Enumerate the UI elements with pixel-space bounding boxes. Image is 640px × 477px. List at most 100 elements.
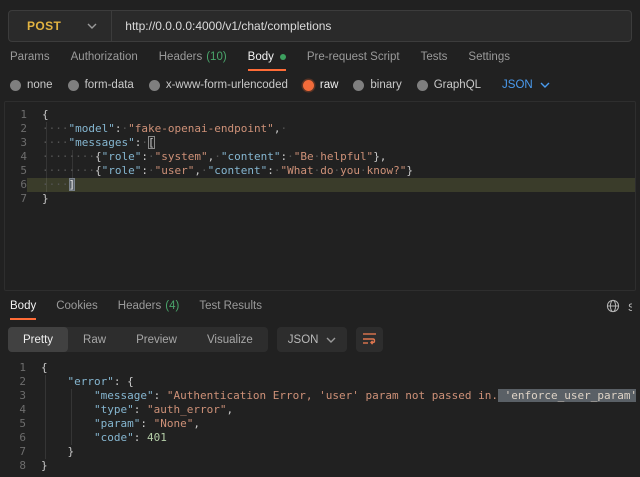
code-line[interactable]: 1{ <box>4 361 636 375</box>
code-line[interactable]: 4 "type": "auth_error", <box>4 403 636 417</box>
line-content: } <box>27 192 635 206</box>
line-number: 4 <box>5 150 27 164</box>
line-content: "param": "None", <box>26 417 636 431</box>
line-number: 7 <box>5 192 27 206</box>
code-line[interactable]: 2 "error": { <box>4 375 636 389</box>
request-body-editor[interactable]: 1{2····"model":·"fake-openai-endpoint",·… <box>4 101 636 291</box>
headers-count-badge: (10) <box>206 51 226 63</box>
response-meta: S <box>606 299 632 316</box>
line-content: ····] <box>27 178 635 192</box>
view-visualize[interactable]: Visualize <box>192 327 268 352</box>
code-line[interactable]: 3 "message": "Authentication Error, 'use… <box>4 389 636 403</box>
view-pretty[interactable]: Pretty <box>8 327 68 352</box>
line-content: } <box>26 445 636 459</box>
code-line[interactable]: 6 "code": 401 <box>4 431 636 445</box>
radio-selected-icon <box>303 80 314 91</box>
line-content: "message": "Authentication Error, 'user'… <box>26 389 636 403</box>
line-number: 4 <box>4 403 26 417</box>
line-content: } <box>26 459 636 473</box>
line-content: "error": { <box>26 375 636 389</box>
response-body-editor[interactable]: 1{2 "error": {3 "message": "Authenticati… <box>4 356 636 477</box>
radio-icon <box>149 80 160 91</box>
line-content: ········{"role":·"user",·"content":·"Wha… <box>27 164 635 178</box>
line-number: 5 <box>5 164 27 178</box>
url-text: http://0.0.0.0:4000/v1/chat/completions <box>125 19 331 33</box>
line-content: ····"messages":·[ <box>27 136 635 150</box>
response-tab-headers[interactable]: Headers (4) <box>118 300 180 320</box>
radio-icon <box>417 80 428 91</box>
line-number: 1 <box>4 361 26 375</box>
line-number: 6 <box>5 178 27 192</box>
line-content: ····"model":·"fake-openai-endpoint",· <box>27 122 635 136</box>
response-tab-cookies[interactable]: Cookies <box>56 300 98 320</box>
body-type-row: none form-data x-www-form-urlencoded raw… <box>0 70 640 99</box>
response-tab-body[interactable]: Body <box>10 300 36 320</box>
code-line[interactable]: 2····"model":·"fake-openai-endpoint",· <box>5 122 635 136</box>
tab-params[interactable]: Params <box>10 51 50 71</box>
response-view-switch: Pretty Raw Preview Visualize <box>8 327 268 352</box>
radio-x-www-form-urlencoded[interactable]: x-www-form-urlencoded <box>149 79 288 91</box>
radio-icon <box>10 80 21 91</box>
radio-graphql[interactable]: GraphQL <box>417 79 481 91</box>
tab-pre-request-script[interactable]: Pre-request Script <box>307 51 400 71</box>
radio-icon <box>68 80 79 91</box>
line-number: 2 <box>4 375 26 389</box>
line-number: 3 <box>4 389 26 403</box>
line-content: "code": 401 <box>26 431 636 445</box>
code-line[interactable]: 8} <box>4 459 636 473</box>
view-preview[interactable]: Preview <box>121 327 192 352</box>
indent-guide <box>72 150 73 178</box>
code-line[interactable]: 5········{"role":·"user",·"content":·"Wh… <box>5 164 635 178</box>
radio-raw[interactable]: raw <box>303 79 339 91</box>
chevron-down-icon <box>87 23 97 29</box>
line-number: 7 <box>4 445 26 459</box>
response-language-dropdown[interactable]: JSON <box>277 327 348 352</box>
line-number: 3 <box>5 136 27 150</box>
line-number: 5 <box>4 417 26 431</box>
line-number: 8 <box>4 459 26 473</box>
code-line[interactable]: 4········{"role":·"system",·"content":·"… <box>5 150 635 164</box>
tab-headers[interactable]: Headers (10) <box>159 51 227 71</box>
code-line[interactable]: 7 } <box>4 445 636 459</box>
line-content: "type": "auth_error", <box>26 403 636 417</box>
tab-body[interactable]: Body <box>248 51 286 71</box>
body-modified-dot-icon <box>280 54 286 60</box>
wrap-lines-icon <box>362 331 377 349</box>
radio-none[interactable]: none <box>10 79 53 91</box>
line-content: { <box>27 108 635 122</box>
tab-settings[interactable]: Settings <box>468 51 510 71</box>
url-input[interactable]: http://0.0.0.0:4000/v1/chat/completions <box>112 11 631 41</box>
status-text-clipped: S <box>628 302 632 314</box>
indent-guide <box>71 389 72 445</box>
code-line[interactable]: 6····] <box>5 178 635 192</box>
response-tab-test-results[interactable]: Test Results <box>199 300 262 320</box>
indent-guide <box>45 375 46 459</box>
chevron-down-icon <box>540 82 550 88</box>
response-tabs: Body Cookies Headers (4) Test Results S <box>0 291 640 319</box>
chevron-down-icon <box>326 337 336 343</box>
code-line[interactable]: 1{ <box>5 108 635 122</box>
globe-icon <box>606 299 620 316</box>
line-number: 2 <box>5 122 27 136</box>
request-language-dropdown[interactable]: JSON <box>502 79 550 91</box>
response-headers-count-badge: (4) <box>165 300 179 312</box>
tab-tests[interactable]: Tests <box>421 51 448 71</box>
indent-guide <box>46 122 47 192</box>
line-content: { <box>26 361 636 375</box>
request-url-bar: POST http://0.0.0.0:4000/v1/chat/complet… <box>8 10 632 42</box>
code-line[interactable]: 3····"messages":·[ <box>5 136 635 150</box>
line-number: 1 <box>5 108 27 122</box>
response-toolbar: Pretty Raw Preview Visualize JSON <box>8 327 632 352</box>
line-content: ········{"role":·"system",·"content":·"B… <box>27 150 635 164</box>
line-number: 6 <box>4 431 26 445</box>
tab-authorization[interactable]: Authorization <box>71 51 138 71</box>
view-raw[interactable]: Raw <box>68 327 121 352</box>
code-line[interactable]: 7} <box>5 192 635 206</box>
radio-binary[interactable]: binary <box>353 79 401 91</box>
wrap-lines-button[interactable] <box>356 327 383 352</box>
method-dropdown[interactable]: POST <box>9 11 112 41</box>
radio-icon <box>353 80 364 91</box>
radio-form-data[interactable]: form-data <box>68 79 134 91</box>
code-line[interactable]: 5 "param": "None", <box>4 417 636 431</box>
method-label: POST <box>27 19 61 33</box>
